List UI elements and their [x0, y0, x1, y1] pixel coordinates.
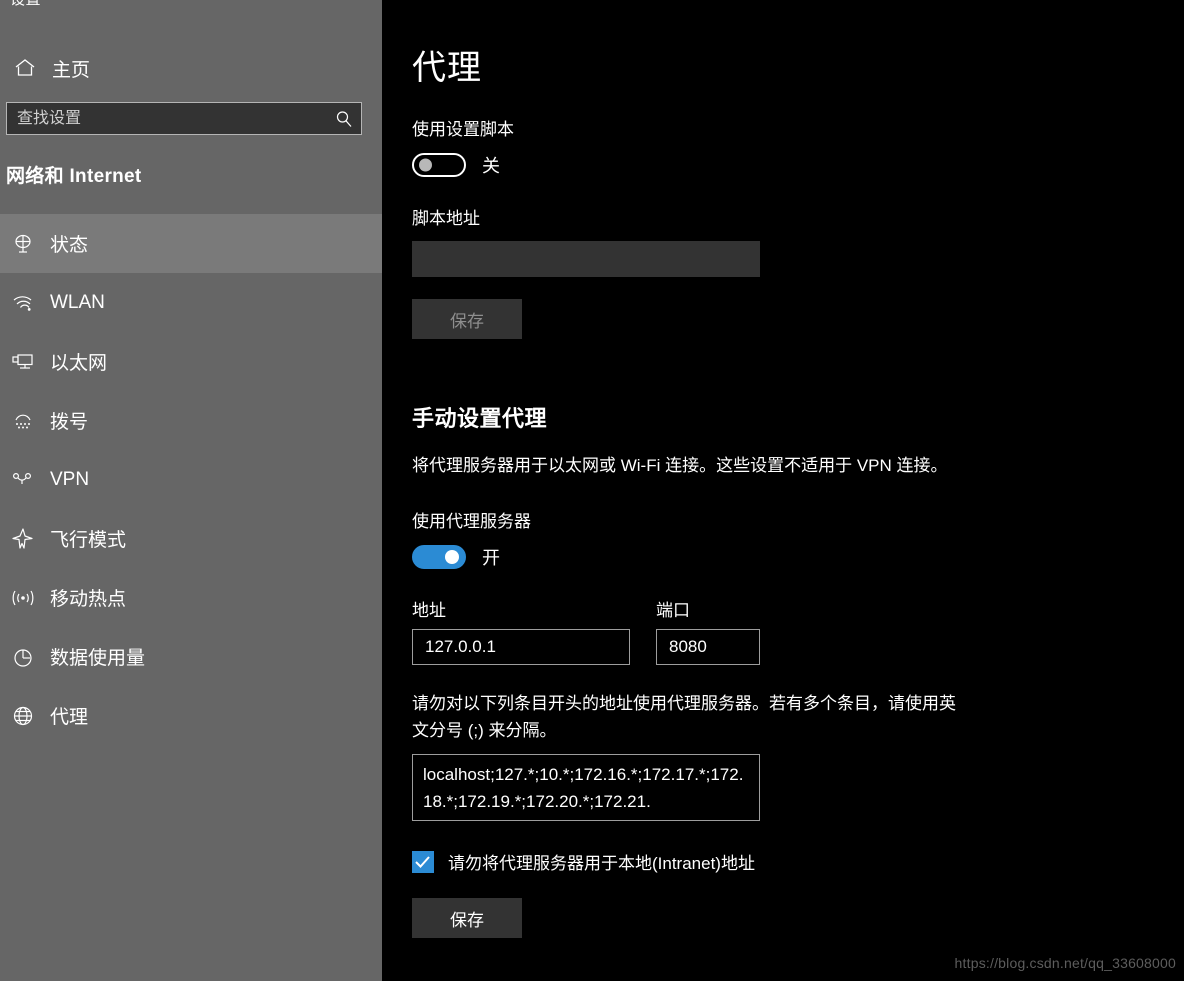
manual-proxy-description: 将代理服务器用于以太网或 Wi-Fi 连接。这些设置不适用于 VPN 连接。: [412, 456, 948, 475]
search-box[interactable]: [6, 102, 362, 135]
save-proxy-button[interactable]: 保存: [412, 898, 522, 939]
ethernet-icon: [6, 350, 40, 374]
sidebar-item-status[interactable]: 状态: [0, 214, 382, 273]
use-setup-script-toggle-row: 关: [412, 152, 1184, 178]
vpn-icon: [6, 468, 40, 492]
use-proxy-server-toggle-row: 开: [412, 544, 1184, 570]
script-address-input[interactable]: [412, 241, 760, 277]
sidebar-item-label: 数据使用量: [50, 648, 146, 669]
bypass-local-row[interactable]: 请勿将代理服务器用于本地(Intranet)地址: [412, 849, 1184, 874]
wifi-icon: [6, 291, 40, 315]
airplane-icon: [6, 527, 40, 551]
port-label: 端口: [656, 601, 690, 621]
sidebar-item-label: VPN: [50, 468, 90, 490]
sidebar-item-label: 移动热点: [50, 589, 127, 610]
proxy-globe-icon: [6, 704, 40, 728]
sidebar-item-label: 代理: [50, 707, 89, 728]
sidebar-item-proxy[interactable]: 代理: [0, 686, 382, 745]
sidebar-item-airplane-mode[interactable]: 飞行模式: [0, 509, 382, 568]
proxy-exception-input[interactable]: localhost;127.*;10.*;172.16.*;172.17.*;1…: [412, 754, 760, 822]
sidebar-item-label: 拨号: [50, 412, 89, 433]
dialup-icon: [6, 409, 40, 433]
proxy-port-input[interactable]: [656, 629, 760, 666]
search-icon[interactable]: [327, 110, 361, 128]
sidebar-item-label: WLAN: [50, 291, 105, 313]
address-port-row: 地址 端口: [412, 596, 1184, 666]
use-setup-script-state: 关: [482, 156, 500, 176]
use-proxy-server-state: 开: [482, 548, 500, 569]
sidebar-category-title: 网络和 Internet: [6, 166, 142, 187]
globe-status-icon: [6, 232, 40, 256]
use-setup-script-label: 使用设置脚本: [412, 120, 514, 139]
sidebar-item-dialup[interactable]: 拨号: [0, 391, 382, 450]
checkmark-icon: [415, 855, 430, 868]
address-label: 地址: [412, 601, 446, 621]
address-field-group: 地址: [412, 596, 630, 666]
sidebar-nav: 状态 WLAN 以太网 拨号 VPN 飞行模式 移动热点 数据使用量 代理: [0, 214, 382, 745]
proxy-address-input[interactable]: [412, 629, 630, 666]
toggle-knob: [445, 550, 459, 565]
sidebar-item-ethernet[interactable]: 以太网: [0, 332, 382, 391]
manual-proxy-heading: 手动设置代理: [412, 406, 548, 431]
window-title: 设置: [10, 0, 41, 9]
toggle-knob: [419, 158, 432, 172]
exception-description: 请勿对以下列条目开头的地址使用代理服务器。若有多个条目，请使用英文分号 (;) …: [412, 694, 956, 740]
bypass-local-label: 请勿将代理服务器用于本地(Intranet)地址: [448, 854, 755, 874]
main-content: 代理 使用设置脚本 关 脚本地址 保存 手动设置代理 将代理服务器用于以太网或 …: [382, 0, 1184, 981]
hotspot-icon: [6, 586, 40, 610]
data-usage-icon: [6, 645, 40, 669]
sidebar-item-data-usage[interactable]: 数据使用量: [0, 627, 382, 686]
sidebar-home-label: 主页: [52, 59, 91, 81]
use-proxy-server-toggle[interactable]: [412, 545, 466, 570]
bypass-local-checkbox[interactable]: [412, 850, 434, 873]
sidebar-item-home[interactable]: 主页: [0, 46, 382, 90]
use-proxy-server-label: 使用代理服务器: [412, 512, 531, 532]
sidebar-item-label: 以太网: [50, 353, 108, 374]
use-setup-script-toggle[interactable]: [412, 153, 466, 177]
watermark: https://blog.csdn.net/qq_33608000: [954, 955, 1176, 971]
sidebar-item-wlan[interactable]: WLAN: [0, 273, 382, 332]
save-script-button[interactable]: 保存: [412, 299, 522, 339]
search-input[interactable]: [7, 108, 327, 129]
script-address-label: 脚本地址: [412, 209, 480, 228]
settings-window: 设置 主页 网络和 Internet: [0, 0, 1184, 981]
sidebar-item-vpn[interactable]: VPN: [0, 450, 382, 509]
sidebar-item-mobile-hotspot[interactable]: 移动热点: [0, 568, 382, 627]
port-field-group: 端口: [656, 596, 760, 666]
home-icon: [8, 57, 42, 79]
sidebar-item-label: 状态: [50, 235, 89, 256]
sidebar: 设置 主页 网络和 Internet: [0, 0, 382, 981]
sidebar-item-label: 飞行模式: [50, 530, 127, 551]
page-title: 代理: [412, 49, 482, 87]
